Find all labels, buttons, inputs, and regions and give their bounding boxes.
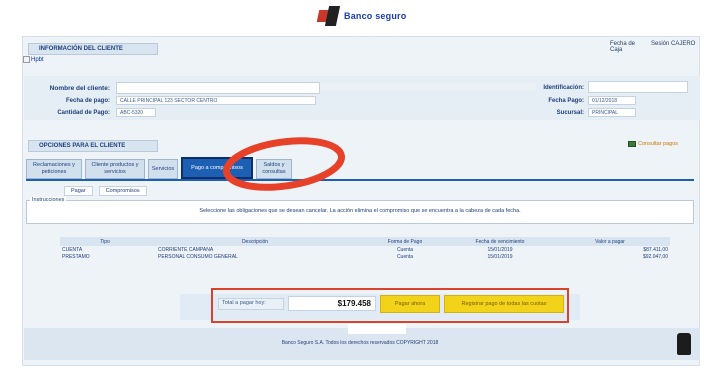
phone-label: Fecha Pago: — [548, 98, 584, 104]
instructions-title: Instrucciones — [30, 197, 67, 203]
table-row[interactable]: PRÉSTAMO PERSONAL CONSUMO GENERAL Cuenta… — [60, 253, 670, 260]
header-due-date: Fecha de vencimiento — [475, 238, 525, 245]
footer-white-patch — [348, 324, 406, 334]
client-name-extra — [320, 82, 536, 90]
broken-image-icon — [23, 56, 30, 63]
client-name-value — [116, 82, 320, 94]
row-payment-form: Cuenta — [396, 253, 414, 260]
bank-logo: Banco seguro — [316, 6, 407, 26]
consult-payments-link[interactable]: Consultar pagos — [628, 141, 678, 147]
agency-label: Sucursal: — [556, 110, 584, 116]
account-label: Cantidad de Pago: — [57, 110, 110, 116]
header-payment-form: Forma de Pago — [387, 238, 423, 245]
header-description: Descripción — [241, 238, 269, 245]
id-label: Identificación: — [543, 85, 584, 91]
row-payment-form: Cuenta — [396, 246, 414, 253]
client-info-tab[interactable]: INFORMACIÓN DEL CLIENTE — [28, 43, 158, 55]
subtab-pay[interactable]: Pagar — [64, 186, 93, 196]
broken-image-alt: Hpbt — [31, 56, 44, 63]
tab-claims[interactable]: Reclamaciones y peticiones — [26, 159, 82, 179]
cashier-session-label[interactable]: Sesión CAJERO — [651, 41, 695, 47]
broken-image: Hpbt — [23, 56, 44, 63]
red-annotation-ellipse — [222, 137, 346, 191]
table-row[interactable]: CUENTA CORRIENTE CAMPAÑA Cuenta 15/01/20… — [60, 246, 670, 253]
address-value: CALLE PRINCIPAL 123 SECTOR CENTRO — [116, 96, 316, 105]
pay-all-button[interactable]: Registrar pago de todas las cuotas — [444, 295, 564, 313]
agency-select[interactable]: PRINCIPAL — [588, 108, 636, 117]
table-header: Tipo Descripción Forma de Pago Fecha de … — [60, 237, 670, 246]
client-name-label: Nombre del cliente: — [49, 85, 110, 92]
row-amount: $92.047,00 — [642, 253, 668, 260]
client-options-title: OPCIONES PARA EL CLIENTE — [28, 140, 158, 152]
total-amount: $179.458 — [288, 296, 376, 311]
instructions-text: Seleccione las obligaciones que se desea… — [199, 208, 521, 214]
tab-products[interactable]: Cliente productos y servicios — [85, 159, 145, 179]
pay-now-button[interactable]: Pagar ahora — [380, 295, 440, 313]
payments-icon — [628, 141, 636, 147]
row-description: CORRIENTE CAMPAÑA — [158, 246, 214, 253]
id-value — [588, 81, 688, 93]
tabs-underline — [26, 179, 694, 181]
tab-services[interactable]: Servicios — [148, 159, 178, 179]
row-type: PRÉSTAMO — [62, 253, 90, 260]
phone-value: 01/12/2018 — [588, 96, 636, 105]
row-due-date: 15/01/2019 — [487, 246, 513, 253]
obligations-table: Tipo Descripción Forma de Pago Fecha de … — [60, 237, 670, 260]
header-amount: Valor a pagar — [595, 238, 625, 245]
address-label: Fecha de pago: — [65, 98, 110, 104]
cash-date-label: Fecha de Caja — [610, 41, 636, 53]
header-type: Tipo — [100, 238, 110, 245]
account-value: ABC-5320 — [116, 108, 156, 117]
row-due-date: 15/01/2019 — [487, 253, 513, 260]
bank-logo-text: Banco seguro — [344, 11, 407, 21]
subtab-commitments[interactable]: Compromisos — [98, 186, 147, 196]
security-seal-icon — [677, 333, 691, 355]
payment-subtabs: Pagar Compromisos — [64, 186, 147, 196]
footer-copyright: Banco Seguro S.A. Todos los derechos res… — [281, 340, 439, 346]
row-description: PERSONAL CONSUMO GENERAL — [158, 253, 238, 260]
row-type: CUENTA — [62, 246, 83, 253]
total-label: Total a pagar hoy: — [218, 298, 284, 310]
row-amount: $87.411,00 — [643, 246, 668, 253]
bank-logo-icon — [316, 6, 341, 26]
